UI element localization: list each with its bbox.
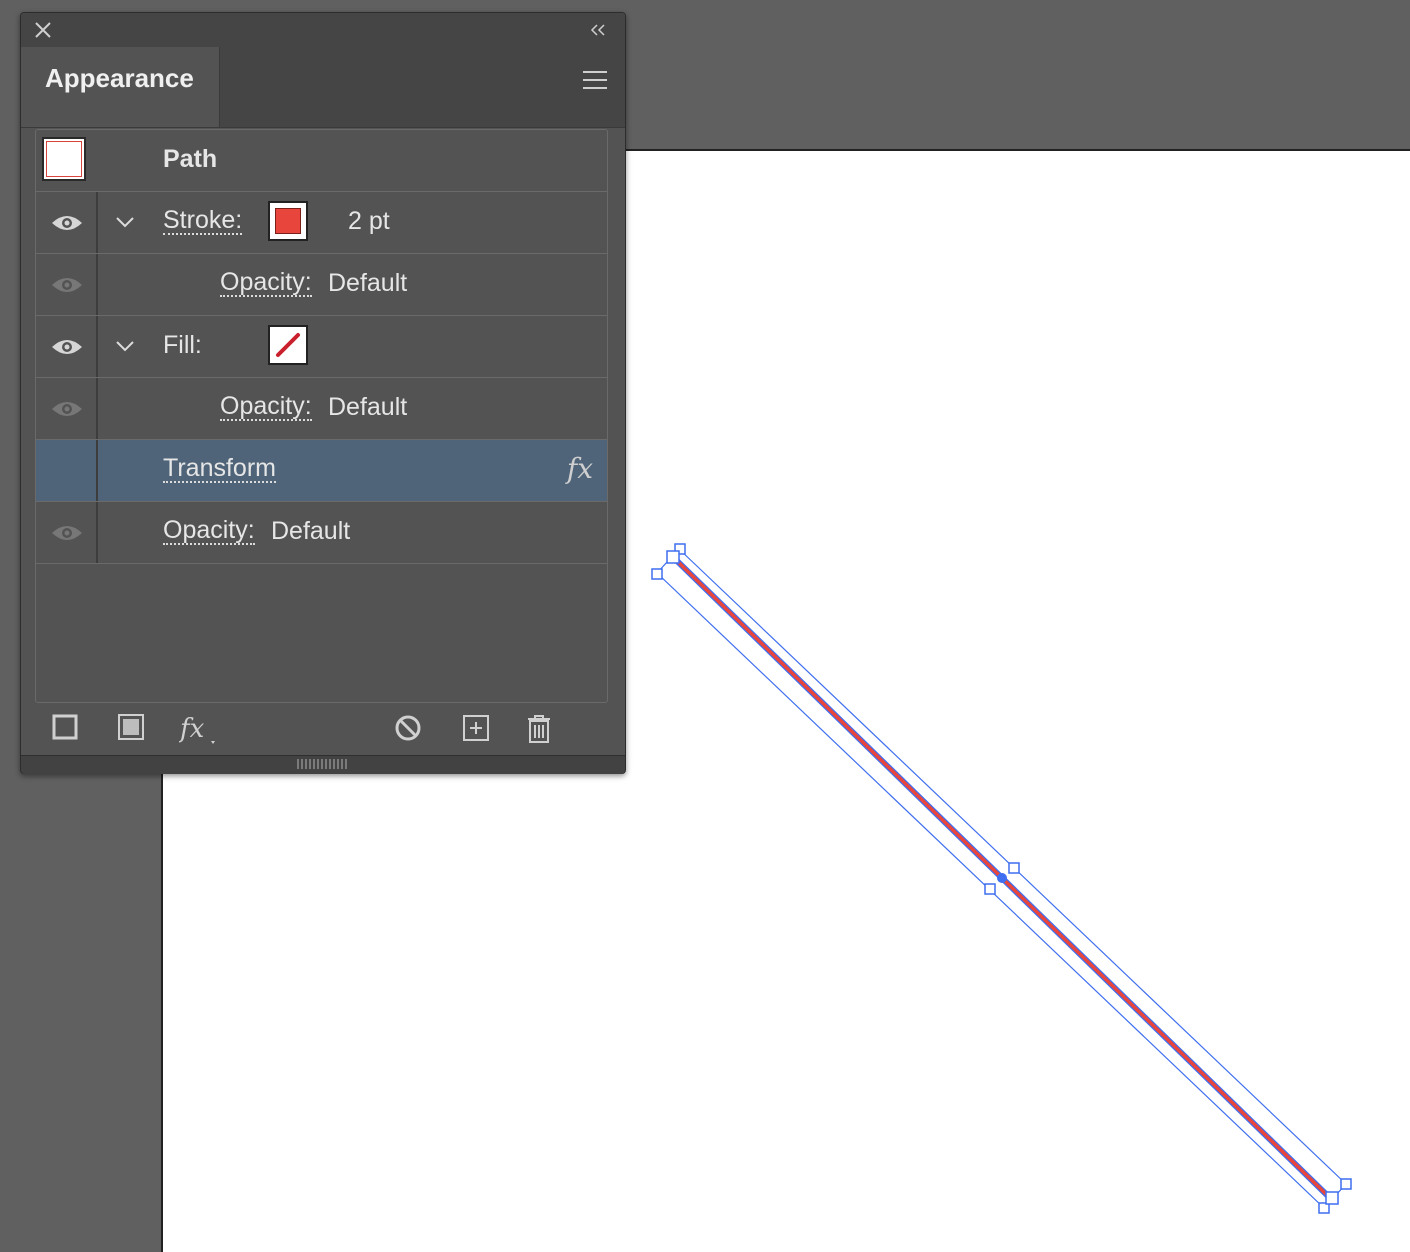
visibility-column [36, 440, 98, 501]
trash-icon[interactable] [525, 713, 553, 745]
path-thumbnail [42, 137, 86, 181]
eye-icon[interactable] [50, 213, 84, 233]
stroke-opacity-value: Default [328, 269, 408, 297]
eye-icon[interactable] [50, 523, 84, 543]
stroke-weight[interactable]: 2 pt [348, 207, 390, 236]
fx-icon: fx [566, 452, 593, 485]
transform-label[interactable]: Transform [163, 455, 276, 483]
chevron-down-icon[interactable] [114, 214, 136, 230]
add-stroke-icon[interactable] [51, 713, 79, 741]
row-stroke[interactable]: Stroke: 2 pt [36, 192, 607, 254]
fx-menu-icon[interactable]: fx [179, 713, 219, 747]
tab-appearance-label: Appearance [45, 63, 194, 93]
panel-bottom-toolbar: fx [21, 705, 625, 755]
row-transform-effect[interactable]: Transform fx [36, 440, 607, 502]
visibility-column [36, 378, 98, 439]
panel-titlebar[interactable] [21, 13, 625, 47]
visibility-column [36, 192, 98, 253]
fill-none-swatch[interactable] [268, 325, 308, 365]
eye-icon[interactable] [50, 337, 84, 357]
row-stroke-opacity[interactable]: Opacity: Default [36, 254, 607, 316]
tab-appearance[interactable]: Appearance [21, 47, 220, 127]
hamburger-menu-icon[interactable] [581, 69, 609, 91]
resize-grip-icon[interactable] [297, 759, 347, 769]
close-icon[interactable] [33, 20, 53, 40]
fill-opacity-value: Default [328, 393, 408, 421]
chevron-down-icon[interactable] [114, 338, 136, 354]
eye-icon[interactable] [50, 275, 84, 295]
row-fill[interactable]: Fill: [36, 316, 607, 378]
center-point [997, 873, 1007, 883]
opacity-label[interactable]: Opacity: [163, 517, 255, 545]
clear-appearance-icon[interactable] [393, 713, 423, 743]
row-path[interactable]: Path [36, 130, 607, 192]
opacity-value: Default [271, 517, 351, 545]
panel-resize-footer[interactable] [21, 755, 625, 774]
appearance-attribute-list: Path Stroke: 2 pt Opacity: Default Fill:… [35, 129, 608, 703]
visibility-column [36, 502, 98, 563]
row-fill-opacity[interactable]: Opacity: Default [36, 378, 607, 440]
svg-text:fx: fx [179, 714, 205, 744]
visibility-column [36, 316, 98, 377]
panel-tabstrip: Appearance [21, 47, 625, 128]
fill-label: Fill: [163, 331, 202, 359]
visibility-column [36, 254, 98, 315]
eye-icon[interactable] [50, 399, 84, 419]
duplicate-item-icon[interactable] [461, 713, 491, 743]
fill-opacity-label[interactable]: Opacity: [220, 393, 312, 421]
stroke-color-swatch[interactable] [268, 201, 308, 241]
stroke-opacity-label[interactable]: Opacity: [220, 269, 312, 297]
appearance-panel: Appearance Path Stroke: 2 pt Opacity: De… [20, 12, 626, 774]
double-chevron-left-icon[interactable] [589, 22, 607, 38]
row-opacity[interactable]: Opacity: Default [36, 502, 607, 564]
stroke-label[interactable]: Stroke: [163, 207, 243, 235]
add-fill-icon[interactable] [117, 713, 145, 741]
path-label: Path [163, 145, 218, 173]
